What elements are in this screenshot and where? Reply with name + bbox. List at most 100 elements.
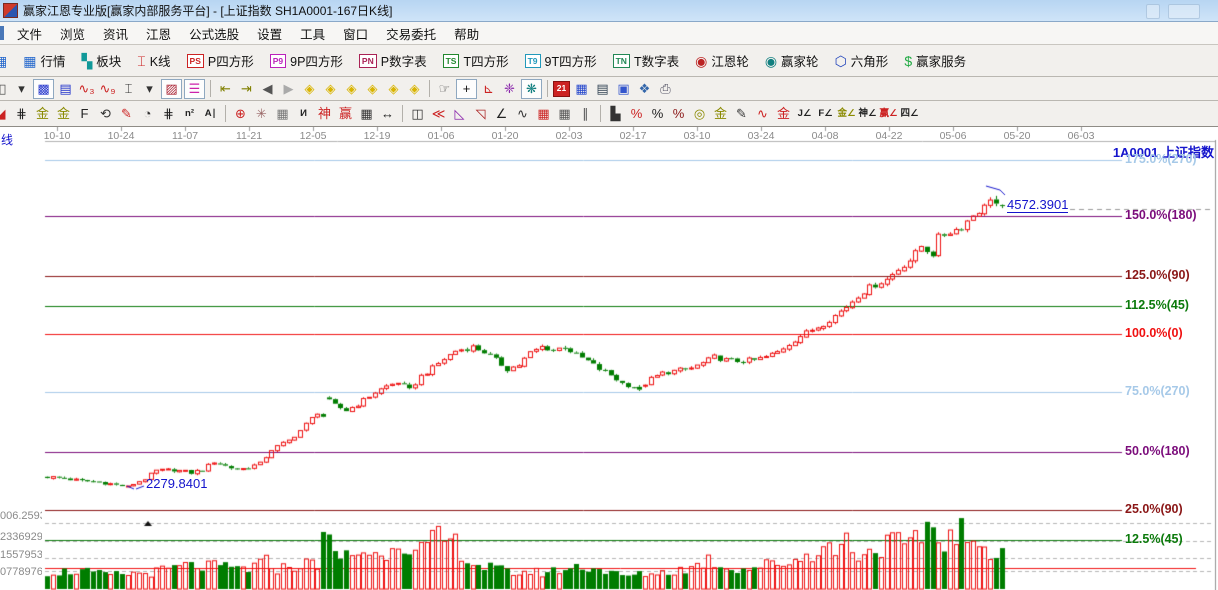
win-angle-icon[interactable]: 赢∠ [879, 104, 898, 123]
time-ruler-icon[interactable]: ⋕ [159, 104, 178, 123]
cycle-circle-icon[interactable]: ◔ [138, 104, 157, 123]
left-clipped-icon[interactable]: ◧ [0, 79, 10, 98]
gann-net-icon[interactable]: ❈ [500, 79, 519, 98]
gold-angle-icon[interactable]: 金∠ [837, 104, 856, 123]
bar-width-icon[interactable]: ↔ [378, 104, 397, 123]
calculator-icon[interactable]: ▦ [572, 79, 591, 98]
gann-center-icon[interactable]: ⊕ [231, 104, 250, 123]
zoom-diamond-out-icon[interactable]: ◈ [384, 79, 403, 98]
last-bar-icon[interactable]: ⇥ [237, 79, 256, 98]
square-of-n-icon[interactable]: n² [180, 104, 199, 123]
left-clipped-grid-icon[interactable]: ▦ [0, 45, 15, 76]
hexagon-button[interactable]: ⬡六角形 [827, 45, 897, 76]
zoom-diamond-in-icon[interactable]: ◈ [363, 79, 382, 98]
p-table-button[interactable]: PNP数字表 [351, 45, 435, 76]
hand-icon[interactable]: ☞ [435, 79, 454, 98]
wave-9-icon[interactable]: ∿₉ [98, 79, 117, 98]
box-tool-icon[interactable]: ◫ [408, 104, 427, 123]
menu-item-1[interactable]: 文件 [8, 24, 51, 43]
zoom-diamond-all-icon[interactable]: ◈ [405, 79, 424, 98]
calendar-icon[interactable]: 21 [553, 81, 570, 97]
grid-123-icon[interactable]: ▦ [357, 104, 376, 123]
next-bar-icon[interactable]: ▶ [279, 79, 298, 98]
gold-circle-icon[interactable]: ◎ [690, 104, 709, 123]
marker-pen-icon[interactable]: ✎ [117, 104, 136, 123]
notepad-icon[interactable]: ▤ [593, 79, 612, 98]
left-clipped-tool-icon[interactable]: ◢ [0, 104, 10, 123]
four-angle-icon[interactable]: 四∠ [900, 104, 919, 123]
gold-line-icon[interactable]: 金 [774, 104, 793, 123]
t-table-button[interactable]: TNT数字表 [605, 45, 687, 76]
pen-levels-icon[interactable]: ✎ [732, 104, 751, 123]
minimize-button[interactable] [1146, 4, 1160, 19]
menu-item-9[interactable]: 交易委托 [377, 24, 445, 43]
gann-wheel-button[interactable]: ◉江恩轮 [687, 45, 757, 76]
pattern-match-icon[interactable]: ❋ [521, 79, 542, 99]
win-ruler-icon[interactable]: 赢 [336, 104, 355, 123]
t-square-button[interactable]: TST四方形 [435, 45, 517, 76]
zoom-diamond-right-icon[interactable]: ◈ [321, 79, 340, 98]
dropdown-caret-icon[interactable]: ▾ [12, 79, 31, 98]
sectors-button[interactable]: ▚板块 [73, 45, 129, 76]
save-icon[interactable]: ▣ [614, 79, 633, 98]
first-bar-icon[interactable]: ⇤ [216, 79, 235, 98]
workstation-icon[interactable]: ⎙ [656, 79, 675, 98]
shen-ruler-icon[interactable]: 神 [315, 104, 334, 123]
step-levels-icon[interactable]: ▙ [606, 104, 625, 123]
wave-mark-icon[interactable]: И [294, 104, 313, 123]
quotes-button[interactable]: ▦行情 [15, 45, 73, 76]
grid-gray-icon[interactable]: ▦ [555, 104, 574, 123]
zoom-diamond-left-icon[interactable]: ◈ [300, 79, 319, 98]
grid-net-icon[interactable]: ▦ [273, 104, 292, 123]
angle-lines-icon[interactable]: ∠ [492, 104, 511, 123]
fan-box-2-icon[interactable]: ◹ [471, 104, 490, 123]
percent-icon[interactable]: % [648, 104, 667, 123]
gann-fan-icon[interactable]: ≪ [429, 104, 448, 123]
pattern-icon[interactable]: ▨ [161, 79, 182, 99]
menu-item-7[interactable]: 工具 [291, 24, 334, 43]
winner-service-button[interactable]: $赢家服务 [896, 45, 974, 76]
gold-ratio-ruler-2-icon[interactable]: 金 [54, 104, 73, 123]
percent-slope-icon[interactable]: % [627, 104, 646, 123]
menu-item-5[interactable]: 公式选股 [180, 24, 248, 43]
notes-icon[interactable]: ▤ [56, 79, 75, 98]
fan-box-icon[interactable]: ◺ [450, 104, 469, 123]
spider-web-icon[interactable]: ✳ [252, 104, 271, 123]
gold-ratio-ruler-icon[interactable]: 金 [33, 104, 52, 123]
percent-line-icon[interactable]: % [669, 104, 688, 123]
spiral-icon[interactable]: ⟲ [96, 104, 115, 123]
ruler-icon[interactable]: ⋕ [12, 104, 31, 123]
menu-item-8[interactable]: 窗口 [334, 24, 377, 43]
candle-dropdown-caret-icon[interactable]: ▾ [140, 79, 159, 98]
mirror-icon[interactable]: A∣ [201, 104, 220, 123]
p-square-button[interactable]: PSP四方形 [179, 45, 262, 76]
winner-wheel-button[interactable]: ◉赢家轮 [757, 45, 827, 76]
menu-item-4[interactable]: 江恩 [137, 24, 180, 43]
grid-red-icon[interactable]: ▦ [534, 104, 553, 123]
wave-levels-icon[interactable]: ∿ [753, 104, 772, 123]
network-icon[interactable]: ❖ [635, 79, 654, 98]
volume-profile-icon[interactable]: ☰ [184, 79, 205, 99]
kline-chart-area[interactable]: 线 1A0001 上证指数 2279.8401 4572.3901 10-101… [0, 127, 1218, 590]
angle-measure-icon[interactable]: ⊾ [479, 79, 498, 98]
zigzag-icon[interactable]: ∿ [513, 104, 532, 123]
menu-item-10[interactable]: 帮助 [445, 24, 488, 43]
zoom-diamond-h-icon[interactable]: ◈ [342, 79, 361, 98]
fib-ruler-icon[interactable]: F [75, 104, 94, 123]
menu-item-2[interactable]: 浏览 [51, 24, 94, 43]
menu-item-6[interactable]: 设置 [248, 24, 291, 43]
crosshair-icon[interactable]: + [456, 79, 477, 99]
9t-square-button[interactable]: T99T四方形 [517, 45, 605, 76]
9p-square-button[interactable]: P99P四方形 [262, 45, 351, 76]
window-control-button[interactable] [1168, 4, 1200, 19]
window-buttons[interactable] [1146, 4, 1200, 19]
shen-angle-icon[interactable]: 神∠ [858, 104, 877, 123]
prev-bar-icon[interactable]: ◀ [258, 79, 277, 98]
j-angle-icon[interactable]: J∠ [795, 104, 814, 123]
gold-levels-icon[interactable]: 金 [711, 104, 730, 123]
menu-item-3[interactable]: 资讯 [94, 24, 137, 43]
wave-3-icon[interactable]: ∿₃ [77, 79, 96, 98]
candle-tool-icon[interactable]: ⌶ [119, 79, 138, 98]
f-angle-icon[interactable]: F∠ [816, 104, 835, 123]
gann-shapes-icon[interactable]: ▩ [33, 79, 54, 99]
